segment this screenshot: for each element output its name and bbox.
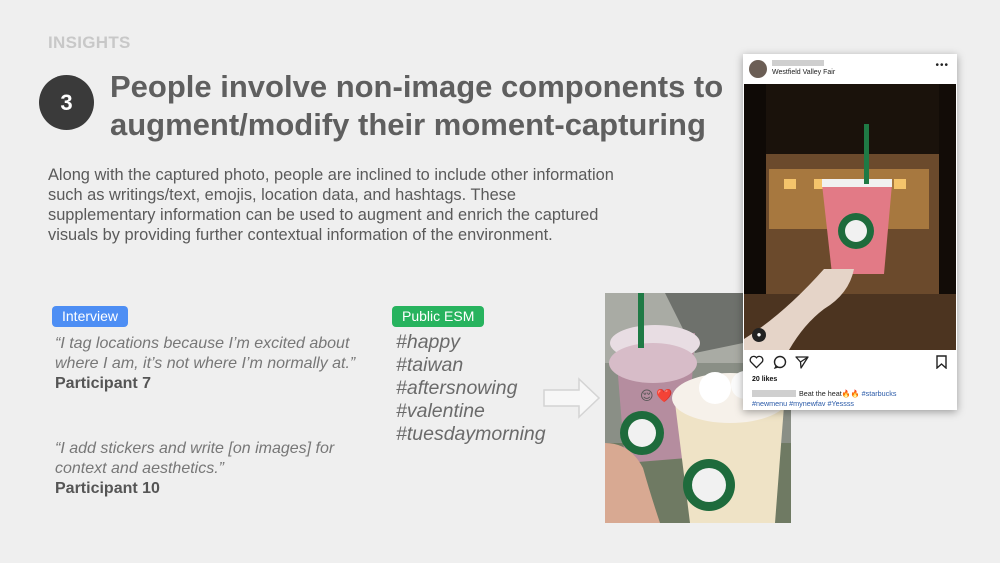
caption-hashtags[interactable]: #newmenu #mynewfav #Yessss (752, 399, 854, 408)
participant-label: Participant 10 (55, 480, 160, 497)
interview-tag: Interview (52, 306, 129, 327)
headline-line: People involve non-image components to (110, 69, 724, 104)
section-label: INSIGHTS (48, 33, 131, 52)
post-caption: Beat the heat🔥🔥 #starbucks (799, 389, 896, 398)
participant-label: Participant 7 (55, 375, 152, 392)
body-paragraph: Along with the captured photo, people ar… (48, 165, 648, 245)
avatar[interactable] (749, 60, 767, 78)
share-icon[interactable] (795, 355, 809, 369)
tagged-user-icon[interactable]: ● (752, 328, 766, 342)
quote-line: context and aesthetics.” (55, 460, 224, 477)
hashtag: #aftersnowing (396, 377, 518, 399)
hashtag: #tuesdaymorning (396, 423, 546, 445)
insight-number-badge: 3 (39, 75, 94, 130)
body-line: supplementary information can be used to… (48, 206, 599, 224)
caption-text: Beat the heat🔥🔥 (799, 389, 860, 398)
hashtag: #happy (396, 331, 460, 353)
instagram-post-card: Westfield Valley Fair ••• ● 20 likes Bea… (743, 54, 957, 410)
quote-participant-10: “I add stickers and write [on images] fo… (55, 439, 334, 479)
body-line: visuals by providing further contextual … (48, 226, 553, 244)
quote-line: “I add stickers and write [on images] fo… (55, 440, 335, 457)
quote-line: “I tag locations because I’m excited abo… (55, 335, 350, 352)
heart-icon[interactable] (749, 355, 764, 369)
headline: People involve non-image components to a… (110, 68, 730, 144)
right-arrow-icon (543, 377, 601, 419)
caption-hashtag[interactable]: #starbucks (862, 389, 897, 398)
quote-participant-7: “I tag locations because I’m excited abo… (55, 334, 355, 374)
body-line: such as writings/text, emojis, location … (48, 186, 516, 204)
body-line: Along with the captured photo, people ar… (48, 166, 614, 184)
hashtag: #valentine (396, 400, 485, 422)
public-esm-tag: Public ESM (392, 306, 485, 327)
more-icon[interactable]: ••• (935, 60, 949, 71)
caption-username-redacted (752, 390, 796, 397)
hashtag-list: #happy #taiwan #aftersnowing #valentine … (396, 331, 546, 446)
likes-count[interactable]: 20 likes (752, 376, 777, 383)
post-location[interactable]: Westfield Valley Fair (772, 69, 835, 76)
quote-line: where I am, it’s not where I’m normally … (55, 355, 356, 372)
username-redacted (772, 60, 824, 66)
post-actions (749, 354, 951, 372)
post-header: Westfield Valley Fair ••• (743, 54, 957, 83)
sticker-emoji-face: 😌 (640, 388, 654, 403)
bookmark-icon[interactable] (936, 355, 947, 369)
comment-icon[interactable] (773, 355, 787, 369)
hashtag: #taiwan (396, 354, 464, 376)
headline-line: augment/modify their moment-capturing (110, 107, 706, 142)
post-photo: ● (744, 84, 956, 350)
sticker-emoji-heart: ❤️ (656, 388, 673, 403)
